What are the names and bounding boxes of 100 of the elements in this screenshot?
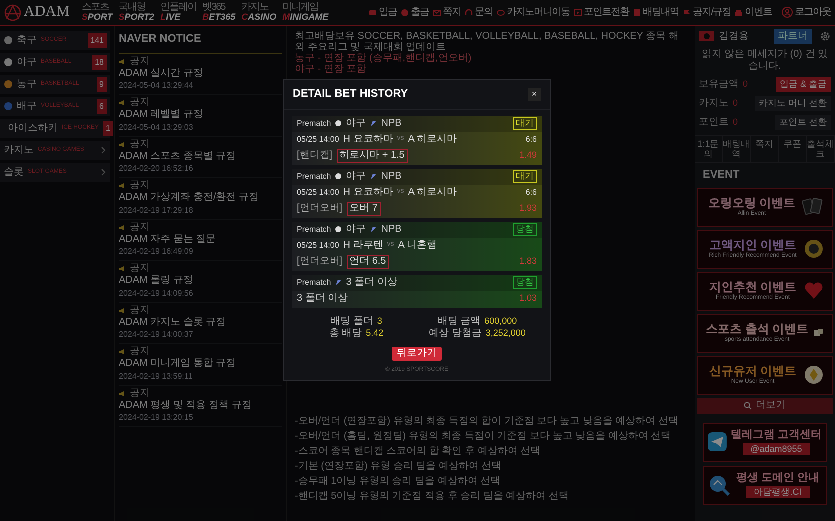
megaphone-icon	[119, 100, 126, 106]
rule-text: -오버/언더 (연장포함) 유형의 최종 득점의 합이 기준점 보다 높고 낮음을 예상하여 선택	[295, 416, 680, 428]
menu-link[interactable]: 배팅내역	[643, 5, 680, 20]
menu-link[interactable]: 이벤트	[745, 5, 772, 20]
logout-link[interactable]: 로그아웃	[795, 5, 831, 20]
menu-link[interactable]: 공지/규정	[693, 5, 731, 20]
notice-item[interactable]: 공지 ADAM 카지노 슬롯 규정 2024-02-19 14:00:37	[119, 302, 282, 344]
rule-text: -기본 (연장포함) 유형 승리 팀을 예상하여 선택	[295, 461, 503, 473]
ball-icon	[335, 226, 342, 233]
promo-banner[interactable]: 텔레그램 고객센터 @adam8955	[703, 422, 827, 462]
status-badge: 당첨	[513, 223, 537, 236]
coin-icon	[804, 365, 824, 385]
nav-link[interactable]: 스포츠 SPORT	[82, 3, 113, 22]
paper-plane-icon	[708, 431, 727, 453]
nav-link[interactable]: 국내형 SPORT2	[118, 3, 155, 22]
menu-link[interactable]: 카지노머니이동	[507, 5, 570, 20]
message-text: 읽지 않은 메세지가 (0) 건 있습니다.	[700, 48, 830, 74]
logo-icon	[4, 4, 22, 22]
bet-card: Prematch 3 폴더 이상 당첨 3 폴더 이상 1.03	[292, 274, 542, 308]
rule-text: 농구 - 연장 포함 (승무패,핸디캡,언오버)	[295, 53, 473, 64]
flag-icon	[683, 8, 692, 16]
dialog-title: DETAIL BET HISTORY	[293, 87, 408, 102]
envelope-icon	[433, 8, 442, 16]
chevron-icon	[101, 169, 106, 176]
count-badge: 141	[88, 33, 107, 48]
ball-icon	[335, 173, 342, 180]
status-badge: 대기	[513, 170, 537, 183]
nav-link[interactable]: 미니게임 MINIGAME	[282, 3, 329, 22]
panel-tab[interactable]: 출석체크	[807, 136, 835, 162]
megaphone-icon	[119, 349, 126, 355]
flag-icon	[370, 173, 378, 180]
play-icon	[574, 8, 582, 16]
nav-link[interactable]: 인플레이 LIVE	[160, 3, 197, 22]
notice-item[interactable]: 공지 ADAM 스포츠 종목별 규정 2024-02-20 16:52:16	[119, 136, 282, 178]
balance-label: 보유금액	[699, 78, 739, 92]
ball-icon	[4, 102, 13, 111]
more-button[interactable]: 더보기	[697, 398, 833, 414]
notice-item[interactable]: 공지 ADAM 가상계좌 충전/환전 규정 2024-02-19 17:29:18	[119, 178, 282, 220]
action-button[interactable]: 입금 & 출금	[776, 77, 831, 92]
action-button[interactable]: 포인트 전환	[775, 115, 831, 130]
close-button[interactable]: ×	[528, 88, 541, 101]
summary-value: 3,252,000	[486, 329, 526, 338]
balance-value: 0	[733, 116, 738, 129]
role-badge: 파트너	[774, 29, 812, 44]
count-badge: 9	[96, 77, 107, 92]
megaphone-icon	[119, 142, 126, 148]
panel-tab[interactable]: 1:1문의	[695, 136, 723, 162]
rule-text: -스코어 종목 핸디캡 스코어의 합 확인 후 예상하여 선택	[295, 446, 542, 458]
rule-text: -승무패 1이닝 유형의 승리 팀을 예상하여 선택	[295, 476, 502, 488]
notice-item[interactable]: 공지 ADAM 롤링 규정 2024-02-19 14:09:56	[119, 261, 282, 302]
megaphone-icon	[119, 58, 126, 64]
notice-item[interactable]: 공지 ADAM 실시간 규정 2024-05-04 13:29:44	[119, 54, 282, 95]
headset-icon	[465, 8, 474, 16]
nav-link[interactable]: 벳365 BET365	[202, 3, 236, 22]
menu-link[interactable]: 출금	[411, 5, 430, 20]
promo-banner[interactable]: 평생 도메인 안내 아담평생.CI	[703, 466, 827, 504]
megaphone-icon	[119, 390, 126, 396]
balance-label: 카지노	[699, 97, 729, 111]
balance-label: 포인트	[699, 116, 729, 130]
rule-text: -핸디캡 5이닝 유형의 기준점 적용 후 승리 팀을 예상하여 선택	[295, 491, 570, 503]
menu-link[interactable]: 입금	[379, 5, 398, 20]
flag-icon	[370, 120, 378, 127]
pick-tag: 오버 7	[346, 202, 381, 216]
count-badge: 18	[92, 55, 107, 70]
status-badge: 당첨	[513, 276, 537, 289]
panel-tab[interactable]: 쪽지	[751, 136, 779, 162]
user-name: 김경용	[719, 30, 749, 44]
menu-link[interactable]: 문의	[475, 5, 494, 20]
rule-text: -오버/언더 (홈팀, 원정팀) 유형의 최종 득점이 기준점 보다 높고 낮음을 예상하여 선택	[295, 431, 672, 443]
panel-tab[interactable]: 배팅내역	[723, 136, 751, 162]
rule-text: 최고배당보유 SOCCER, BASKETBALL, VOLLEYBALL, BASEBALL, HOCKEY 종목 해외 주요리그 및 국제대회 업데이트	[295, 31, 680, 53]
panel-tab[interactable]: 쿠폰	[779, 136, 807, 162]
summary-value: 3	[377, 317, 382, 326]
rule-text: 야구 - 연장 포함	[295, 64, 368, 75]
action-button[interactable]: 카지노 머니 전환	[754, 96, 831, 111]
settings-icon	[820, 31, 831, 42]
megaphone-icon	[119, 224, 126, 230]
megaphone-icon	[119, 266, 126, 272]
menu-link[interactable]: 쪽지	[443, 5, 462, 20]
notice-item[interactable]: 공지 ADAM 레벨별 규정 2024-05-04 13:29:03	[119, 95, 282, 136]
flag-icon	[370, 226, 378, 233]
notice-item[interactable]: 공지 ADAM 평생 및 적용 정책 규정 2024-02-19 13:20:15	[119, 386, 282, 427]
section-title: EVENT	[702, 168, 741, 183]
balance-value: 0	[743, 78, 748, 91]
menu-link[interactable]: 포인트전환	[584, 5, 630, 20]
balance-value: 0	[733, 96, 738, 110]
notice-item[interactable]: 공지 ADAM 자주 묻는 질문 2024-02-19 16:49:09	[119, 220, 282, 261]
coin-icon	[401, 8, 410, 16]
megaphone-icon	[119, 183, 126, 189]
heart-icon	[804, 282, 824, 300]
ball-icon	[4, 58, 13, 67]
cards-icon	[802, 197, 824, 217]
user-icon	[782, 7, 793, 18]
nav-link[interactable]: 카지노 CASINO	[242, 3, 277, 22]
notice-item[interactable]: 공지 ADAM 미니게임 통합 규정 2024-02-19 13:59:11	[119, 344, 282, 386]
section-title: NAVER NOTICE	[119, 26, 282, 54]
back-button[interactable]: 뒤로가기	[392, 346, 442, 360]
ball-icon	[4, 36, 13, 45]
megaphone-icon	[119, 308, 126, 314]
odds-value: 1.03	[519, 292, 537, 306]
